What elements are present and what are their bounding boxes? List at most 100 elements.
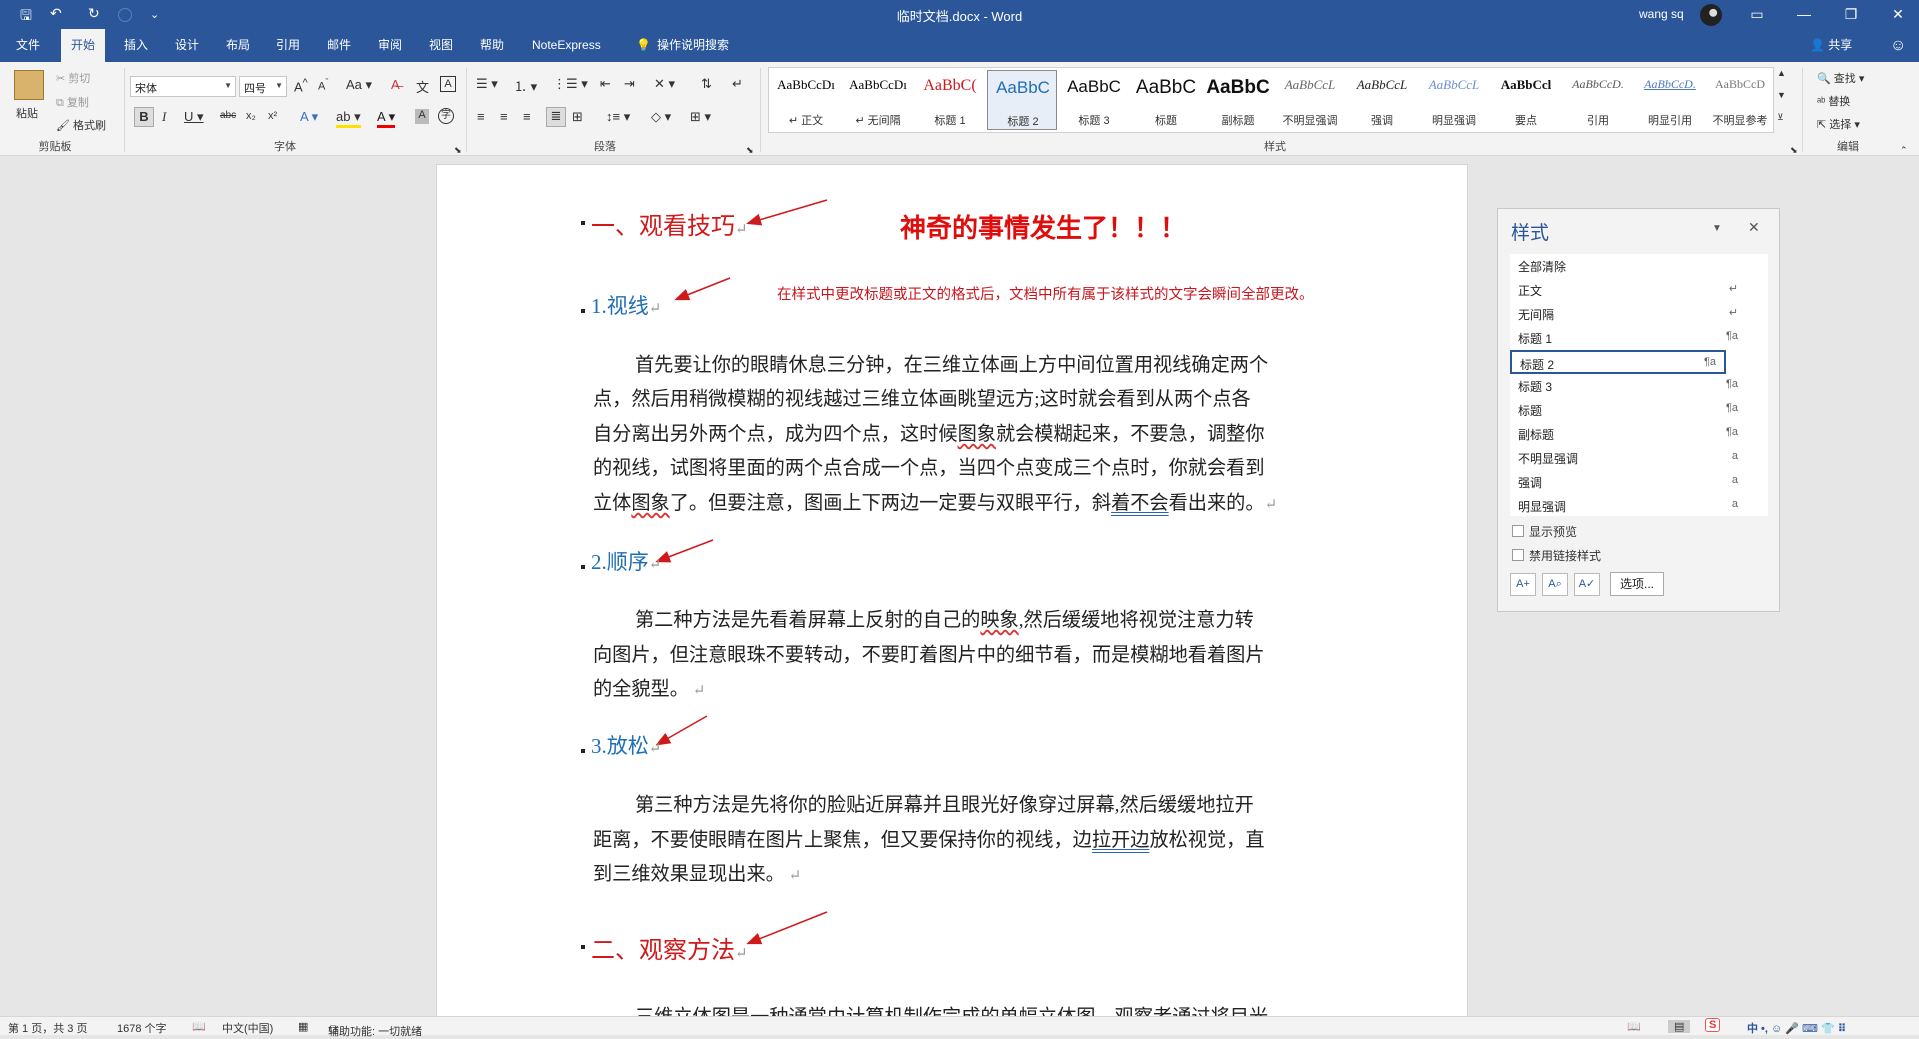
style-strong[interactable]: AaBbCcl 要点: [1491, 70, 1561, 130]
bold-icon[interactable]: B: [134, 107, 154, 127]
style-list-item[interactable]: 标题 ¶a: [1510, 398, 1768, 422]
minimize-button[interactable]: —: [1789, 3, 1819, 25]
font-dialog-launcher-icon[interactable]: ⬊: [454, 145, 462, 156]
chevron-down-icon[interactable]: ▼: [224, 81, 232, 90]
change-case-icon[interactable]: Aa ▾: [346, 77, 372, 93]
style-no-spacing[interactable]: AaBbCcDı ↵ 无间隔: [843, 70, 913, 130]
heading2-sightline[interactable]: 1.视线↵: [591, 290, 661, 320]
chinese-layout-icon[interactable]: ✕ ▾: [654, 76, 675, 92]
body-line[interactable]: 第三种方法是先将你的脸贴近屏幕并且眼光好像穿过屏幕,然后缓缓地拉开: [635, 789, 1254, 824]
font-size-combo[interactable]: 四号 ▼: [239, 76, 287, 97]
style-list-item[interactable]: 明显强调 a: [1510, 494, 1768, 518]
style-list-item[interactable]: 全部清除: [1510, 254, 1768, 278]
font-color-icon[interactable]: A ▾: [377, 109, 396, 128]
chevron-down-icon[interactable]: ▼: [275, 81, 283, 90]
body-line[interactable]: 的视线，试图将里面的两个点合成一个点，当四个点变成三个点时，你就会看到: [593, 452, 1265, 487]
sort-icon[interactable]: ⇅: [701, 76, 712, 92]
style-intense-quote[interactable]: AaBbCcD. 明显引用: [1635, 70, 1705, 130]
bullets-icon[interactable]: ☰ ▾: [476, 76, 498, 92]
style-list-item-selected[interactable]: 标题 2 ¶a: [1510, 350, 1726, 374]
style-list-item[interactable]: 强调 a: [1510, 470, 1768, 494]
document-page[interactable]: 一、观看技巧↵ 神奇的事情发生了！！！ 在样式中更改标题或正文的格式后，文档中所…: [436, 164, 1468, 1035]
justify-icon[interactable]: ≣: [546, 107, 566, 127]
pane-options-chevron-icon[interactable]: ▼: [1712, 223, 1722, 234]
align-right-icon[interactable]: ≡: [523, 109, 531, 124]
style-emphasis[interactable]: AaBbCcL 强调: [1347, 70, 1417, 130]
body-line[interactable]: 自分离出另外两个点，成为四个点，这时候图象就会模糊起来，不要急，调整你: [593, 418, 1265, 453]
read-mode-icon[interactable]: 📖: [1627, 1020, 1641, 1033]
phonetic-guide-icon[interactable]: 文: [416, 77, 429, 96]
show-preview-checkbox[interactable]: [1512, 525, 1524, 537]
body-line[interactable]: 距离，不要使眼睛在图片上聚焦，但又要保持你的视线，边拉开边放松视觉，直: [593, 824, 1265, 859]
gallery-more-icon[interactable]: ⊻: [1777, 112, 1784, 123]
user-name[interactable]: wang sq: [1639, 7, 1684, 21]
sogou-ime-icon[interactable]: S: [1705, 1018, 1721, 1032]
ribbon-display-options-icon[interactable]: ▭: [1742, 3, 1772, 25]
style-normal[interactable]: AaBbCcDı ↵ 正文: [771, 70, 841, 130]
copy-button[interactable]: ⧉ 复制: [56, 94, 89, 110]
ime-status[interactable]: 中 •, ☺ 🎤 ⌨ 👕 ⠿: [1747, 1020, 1846, 1036]
tell-me-search[interactable]: 💡 操作说明搜索: [626, 29, 739, 62]
style-title[interactable]: AaBbC 标题: [1131, 70, 1201, 130]
tab-layout[interactable]: 布局: [216, 29, 260, 62]
body-line[interactable]: 第二种方法是先看着屏幕上反射的自己的映象,然后缓缓地将视觉注意力转: [635, 604, 1254, 639]
shrink-font-icon[interactable]: Aˇ: [318, 77, 328, 93]
grow-font-icon[interactable]: A^: [294, 77, 308, 94]
tab-design[interactable]: 设计: [165, 29, 209, 62]
style-quote[interactable]: AaBbCcD. 引用: [1563, 70, 1633, 130]
heading1-viewing-tips[interactable]: 一、观看技巧↵: [591, 206, 748, 241]
body-line[interactable]: 首先要让你的眼睛休息三分钟，在三维立体画上方中间位置用视线确定两个: [635, 349, 1268, 384]
tab-review[interactable]: 审阅: [368, 29, 412, 62]
close-button[interactable]: ✕: [1883, 3, 1913, 25]
tab-noteexpress[interactable]: NoteExpress: [522, 29, 611, 62]
styles-dialog-launcher-icon[interactable]: ⬊: [1790, 145, 1798, 156]
options-button[interactable]: 选项...: [1610, 572, 1664, 596]
body-line[interactable]: 到三维效果显现出来。 ↵: [593, 858, 801, 894]
select-button[interactable]: ⇱ 选择 ▾: [1817, 116, 1860, 132]
find-button[interactable]: 🔍 查找 ▾: [1817, 70, 1864, 86]
enclose-characters-icon[interactable]: 字: [438, 108, 454, 124]
show-marks-icon[interactable]: ↵: [732, 76, 743, 92]
tab-references[interactable]: 引用: [266, 29, 310, 62]
body-line[interactable]: 向图片，但注意眼珠不要转动，不要盯着图片中的细节看，而是模糊地看着图片: [593, 639, 1265, 674]
maximize-button[interactable]: ❐: [1836, 3, 1866, 25]
style-list-item[interactable]: 正文 ↵: [1510, 278, 1768, 302]
cut-button[interactable]: ✂ 剪切: [56, 70, 90, 86]
style-subtitle[interactable]: AaBbC 副标题: [1203, 70, 1273, 130]
font-name-combo[interactable]: 宋体 ▼: [130, 76, 236, 97]
distributed-icon[interactable]: ⊞: [572, 109, 583, 125]
language-status[interactable]: 中文(中国): [222, 1020, 273, 1036]
align-left-icon[interactable]: ≡: [477, 109, 485, 124]
superscript-icon[interactable]: x²: [268, 110, 277, 122]
tab-view[interactable]: 视图: [419, 29, 463, 62]
character-border-icon[interactable]: A: [440, 76, 456, 92]
style-intense-emphasis[interactable]: AaBbCcL 明显强调: [1419, 70, 1489, 130]
style-subtle-reference[interactable]: AaBbCcD 不明显参考: [1707, 70, 1773, 130]
borders-icon[interactable]: ⊞ ▾: [690, 109, 711, 125]
tab-file[interactable]: 文件: [6, 29, 50, 62]
style-list-item[interactable]: 不明显强调 a: [1510, 446, 1768, 470]
paste-button[interactable]: 粘贴: [16, 105, 38, 121]
subscript-icon[interactable]: x₂: [246, 110, 256, 122]
close-icon[interactable]: ✕: [1748, 219, 1760, 236]
clear-formatting-icon[interactable]: A̶: [391, 77, 400, 92]
shading-icon[interactable]: ◇ ▾: [651, 109, 671, 125]
tab-insert[interactable]: 插入: [114, 29, 158, 62]
numbering-icon[interactable]: ⒈ ▾: [514, 76, 537, 95]
tab-help[interactable]: 帮助: [470, 29, 514, 62]
underline-icon[interactable]: U ▾: [184, 109, 204, 125]
style-list-item[interactable]: 无间隔 ↵: [1510, 302, 1768, 326]
align-center-icon[interactable]: ≡: [500, 109, 508, 124]
tab-home[interactable]: 开始: [61, 29, 106, 62]
format-painter-button[interactable]: 🖌 格式刷: [56, 117, 106, 133]
heading2-relax[interactable]: 3.放松↵: [591, 730, 661, 760]
tab-mailings[interactable]: 邮件: [317, 29, 361, 62]
highlight-color-icon[interactable]: ab ▾: [336, 109, 361, 128]
page-count[interactable]: 第 1 页，共 3 页: [8, 1020, 87, 1036]
body-line[interactable]: 立体图象了。但要注意，图画上下两边一定要与双眼平行，斜着不会看出来的。↵: [593, 487, 1277, 523]
disable-linked-checkbox[interactable]: [1512, 549, 1524, 561]
heading1-observation-methods[interactable]: 二、观察方法↵: [591, 930, 748, 965]
style-inspector-icon[interactable]: A⌕: [1542, 573, 1568, 596]
style-list-item[interactable]: 标题 1 ¶a: [1510, 326, 1768, 350]
character-shading-icon[interactable]: A: [415, 109, 429, 124]
